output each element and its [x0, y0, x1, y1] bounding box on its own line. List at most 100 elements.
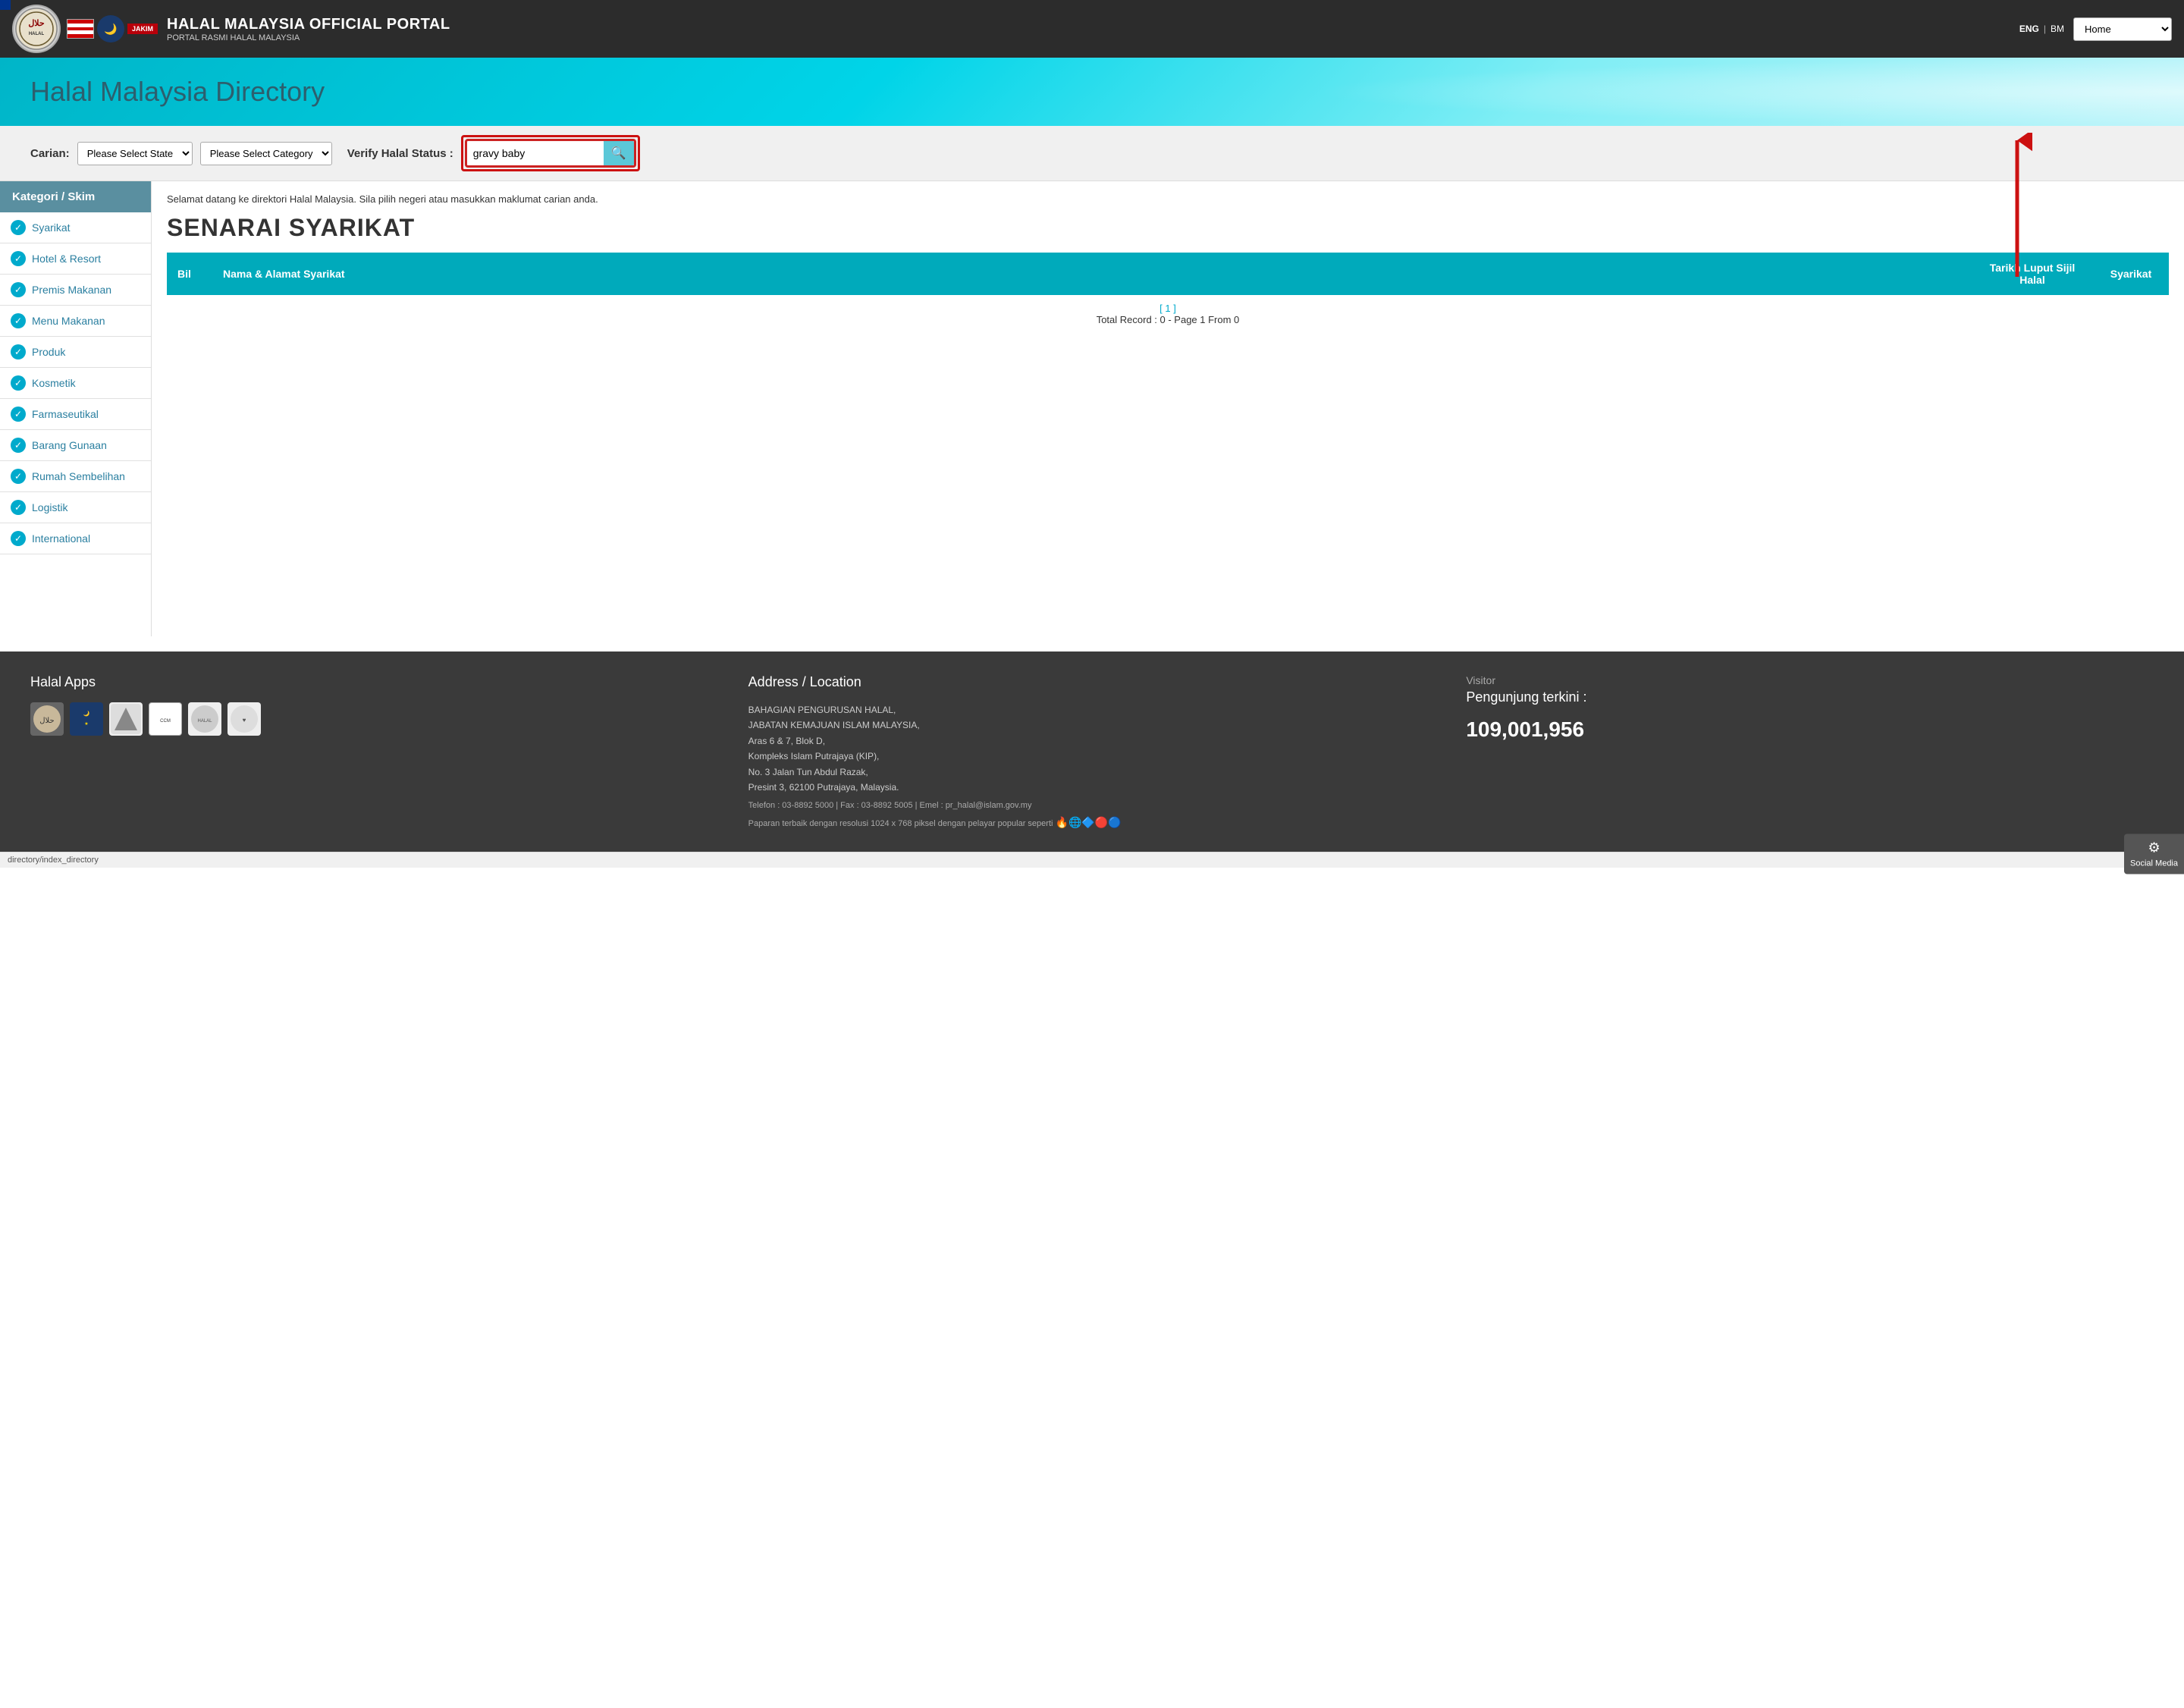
visitor-label: Pengunjung terkini :	[1466, 689, 2154, 705]
check-icon: ✓	[11, 220, 26, 235]
check-icon: ✓	[11, 282, 26, 297]
svg-text:حلال: حلال	[28, 19, 45, 28]
app-logo-4: CCM	[149, 702, 182, 736]
footer-apps-section: Halal Apps حلال 🌙★ CCM HALAL ♥	[30, 674, 718, 829]
app-logo-1: حلال	[30, 702, 64, 736]
sidebar-item-produk[interactable]: ✓ Produk	[0, 337, 151, 368]
svg-text:★: ★	[84, 721, 88, 727]
sidebar-item-kosmetik[interactable]: ✓ Kosmetik	[0, 368, 151, 399]
status-bar: directory/index_directory	[0, 852, 2184, 868]
table-row: [ 1 ] Total Record : 0 - Page 1 From 0	[167, 295, 2169, 333]
hero-banner: Halal Malaysia Directory	[0, 58, 2184, 126]
app-logos: حلال 🌙★ CCM HALAL ♥	[30, 702, 718, 736]
svg-text:🌙: 🌙	[83, 710, 90, 717]
check-icon: ✓	[11, 531, 26, 546]
content-area: Selamat datang ke direktori Halal Malays…	[152, 181, 2184, 636]
category-select[interactable]: Please Select Category	[200, 142, 332, 165]
list-title: SENARAI SYARIKAT	[167, 214, 2169, 242]
check-icon: ✓	[11, 469, 26, 484]
sidebar-item-label: International	[32, 532, 90, 545]
visitor-count: 109,001,956	[1466, 717, 2154, 742]
main-content: Kategori / Skim ✓ Syarikat ✓ Hotel & Res…	[0, 181, 2184, 636]
gear-icon: ⚙	[2130, 840, 2178, 856]
col-name: Nama & Alamat Syarikat	[212, 253, 1972, 295]
search-label: Carian:	[30, 147, 70, 160]
social-media-label: Social Media	[2130, 859, 2178, 868]
verify-input[interactable]	[467, 143, 604, 164]
jakim-label: JAKIM	[127, 24, 158, 34]
total-record: Total Record : 0 - Page 1 From 0	[1097, 314, 1240, 325]
col-bil: Bil	[167, 253, 212, 295]
lang-eng[interactable]: ENG	[2019, 24, 2039, 34]
sidebar-header: Kategori / Skim	[0, 181, 151, 212]
svg-text:HALAL: HALAL	[197, 719, 212, 724]
social-media-button[interactable]: ⚙ Social Media	[2124, 834, 2184, 874]
sidebar-item-label: Hotel & Resort	[32, 253, 101, 265]
footer-visitor-section: Visitor Pengunjung terkini : 109,001,956	[1466, 674, 2154, 829]
red-arrow-annotation	[2002, 133, 2032, 284]
sidebar-item-premis[interactable]: ✓ Premis Makanan	[0, 275, 151, 306]
verify-search-button[interactable]: 🔍	[604, 141, 634, 165]
pagination: [ 1 ] Total Record : 0 - Page 1 From 0	[167, 295, 2169, 333]
sidebar-item-label: Premis Makanan	[32, 284, 111, 296]
sidebar-item-label: Logistik	[32, 501, 67, 513]
svg-text:♥: ♥	[243, 717, 246, 724]
status-url: directory/index_directory	[8, 856, 99, 865]
sidebar-item-label: Menu Makanan	[32, 315, 105, 327]
check-icon: ✓	[11, 375, 26, 391]
app-logo-2: 🌙★	[70, 702, 103, 736]
site-header: حلال HALAL 🌙 JAKIM HALAL MALAYSIA OFFICI…	[0, 0, 2184, 58]
sidebar-item-label: Syarikat	[32, 221, 71, 234]
jakim-logos: 🌙 JAKIM	[67, 15, 158, 42]
portal-title: HALAL MALAYSIA OFFICIAL PORTAL	[167, 16, 2010, 33]
nav-dropdown[interactable]: Home About Directory Contact	[2073, 17, 2172, 41]
sidebar: Kategori / Skim ✓ Syarikat ✓ Hotel & Res…	[0, 181, 152, 636]
contact-info: Telefon : 03-8892 5000 | Fax : 03-8892 5…	[748, 801, 1436, 810]
check-icon: ✓	[11, 438, 26, 453]
header-title-area: HALAL MALAYSIA OFFICIAL PORTAL PORTAL RA…	[167, 16, 2010, 42]
col-date: Tarikh Luput Sijil Halal	[1972, 253, 2093, 295]
visitor-title: Visitor	[1466, 674, 2154, 686]
app-logo-6: ♥	[228, 702, 261, 736]
portal-subtitle: PORTAL RASMI HALAL MALAYSIA	[167, 33, 2010, 42]
verify-input-wrapper: 🔍	[461, 135, 640, 171]
sidebar-item-label: Farmaseutikal	[32, 408, 99, 420]
header-navigation: Home About Directory Contact	[2073, 17, 2172, 41]
verify-input-box: 🔍	[465, 139, 636, 168]
address-lines: BAHAGIAN PENGURUSAN HALAL, JABATAN KEMAJ…	[748, 702, 1436, 795]
verify-label: Verify Halal Status :	[347, 147, 453, 160]
language-switcher: ENG | BM	[2019, 24, 2064, 34]
svg-text:حلال: حلال	[39, 717, 54, 725]
page-link[interactable]: [ 1 ]	[1159, 303, 1176, 314]
display-note: Paparan terbaik dengan resolusi 1024 x 7…	[748, 816, 1436, 829]
table-header-row: Bil Nama & Alamat Syarikat Tarikh Luput …	[167, 253, 2169, 295]
results-table: Bil Nama & Alamat Syarikat Tarikh Luput …	[167, 253, 2169, 333]
footer-address-section: Address / Location BAHAGIAN PENGURUSAN H…	[748, 674, 1436, 829]
lang-bm[interactable]: BM	[2051, 24, 2064, 34]
check-icon: ✓	[11, 500, 26, 515]
sidebar-item-hotel[interactable]: ✓ Hotel & Resort	[0, 243, 151, 275]
svg-text:HALAL: HALAL	[29, 32, 45, 36]
check-icon: ✓	[11, 251, 26, 266]
sidebar-item-label: Produk	[32, 346, 65, 358]
annotation-area: Selamat datang ke direktori Halal Malays…	[167, 193, 2169, 205]
sidebar-item-label: Rumah Sembelihan	[32, 470, 125, 482]
state-select[interactable]: Please Select State	[77, 142, 193, 165]
check-icon: ✓	[11, 344, 26, 359]
app-logo-5: HALAL	[188, 702, 221, 736]
app-logo-3	[109, 702, 143, 736]
sidebar-item-menu[interactable]: ✓ Menu Makanan	[0, 306, 151, 337]
check-icon: ✓	[11, 313, 26, 328]
sidebar-item-international[interactable]: ✓ International	[0, 523, 151, 554]
sidebar-item-syarikat[interactable]: ✓ Syarikat	[0, 212, 151, 243]
sidebar-item-farmaseutikal[interactable]: ✓ Farmaseutikal	[0, 399, 151, 430]
site-footer: Halal Apps حلال 🌙★ CCM HALAL ♥ Address /…	[0, 651, 2184, 852]
halal-logo: حلال HALAL	[12, 5, 61, 53]
address-title: Address / Location	[748, 674, 1436, 690]
sidebar-item-rumah[interactable]: ✓ Rumah Sembelihan	[0, 461, 151, 492]
sidebar-item-logistik[interactable]: ✓ Logistik	[0, 492, 151, 523]
search-bar: Carian: Please Select State Please Selec…	[0, 126, 2184, 181]
col-syarikat: Syarikat	[2093, 253, 2169, 295]
sidebar-item-label: Barang Gunaan	[32, 439, 107, 451]
sidebar-item-barang[interactable]: ✓ Barang Gunaan	[0, 430, 151, 461]
